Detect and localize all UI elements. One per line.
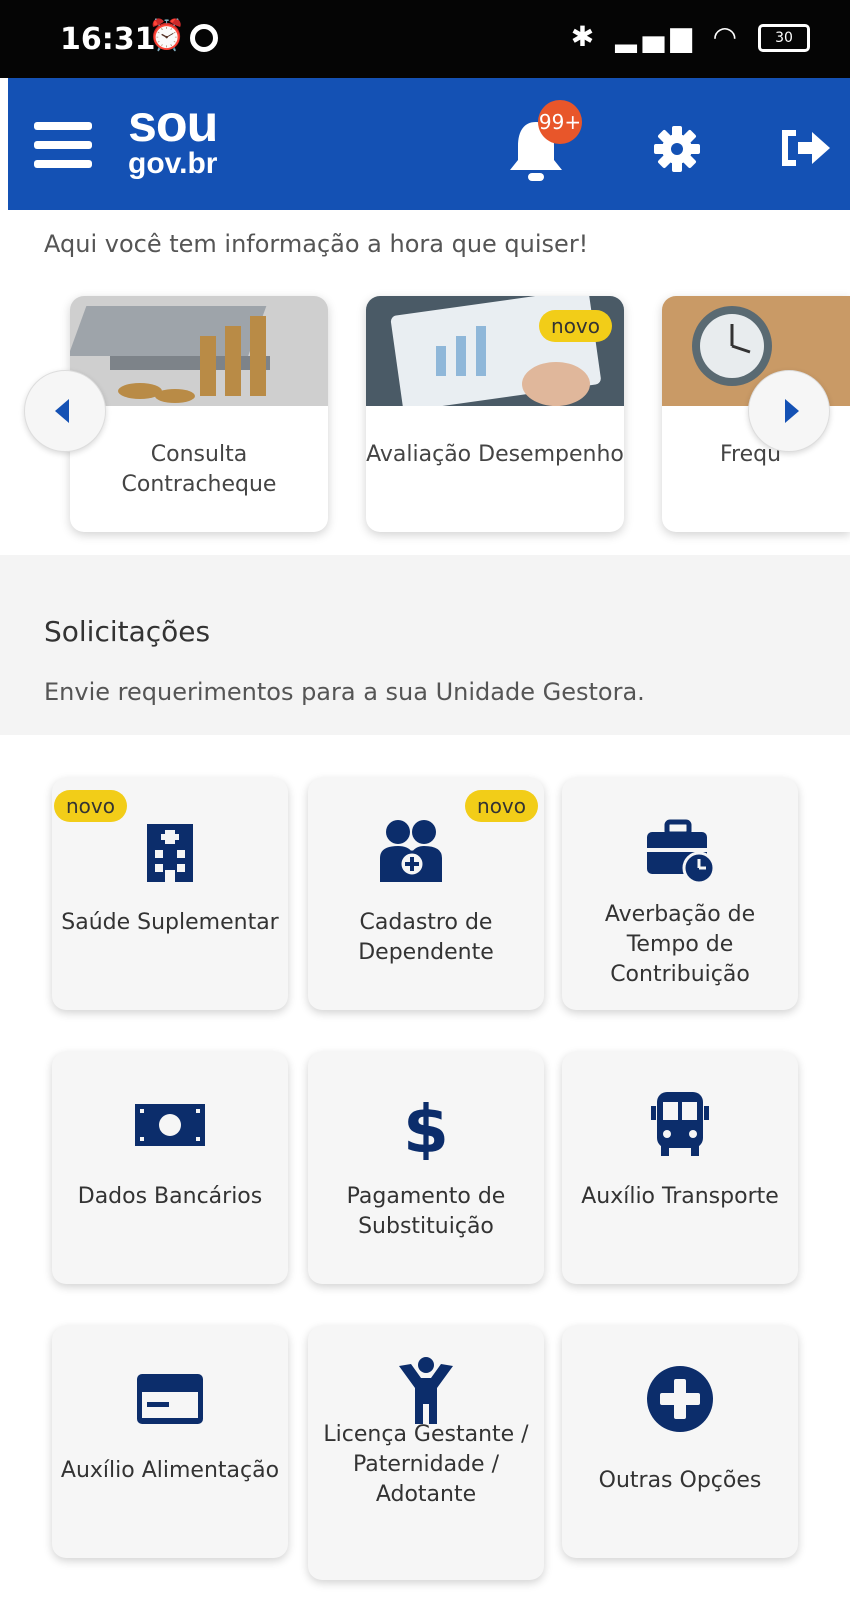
tile-label: Auxílio Alimentação (60, 1458, 280, 1483)
card-label: Avaliação Desempenho (366, 442, 624, 467)
gear-icon[interactable] (652, 124, 702, 174)
section-subtitle: Envie requerimentos para a sua Unidade G… (44, 678, 645, 706)
card-avaliacao-desempenho[interactable]: novo Avaliação Desempenho (366, 296, 624, 532)
chevron-left-icon (55, 399, 69, 423)
tile-auxilio-alimentacao[interactable]: Auxílio Alimentação (52, 1326, 288, 1558)
status-time: 16:31 (60, 22, 156, 57)
tile-label: Licença Gestante / Paternidade / Adotant… (323, 1422, 529, 1507)
novo-badge: novo (465, 790, 538, 822)
carousel-next-button[interactable] (748, 370, 830, 452)
tile-saude-suplementar[interactable]: novo Saúde Suplementar (52, 778, 288, 1010)
dependents-icon (380, 820, 442, 882)
chevron-right-icon (785, 399, 799, 423)
notification-badge: 99+ (538, 100, 582, 144)
tile-averbacao-tempo[interactable]: Averbação de Tempo de Contribuição (562, 778, 798, 1010)
bus-icon (651, 1092, 709, 1156)
app-header: sou gov.br 99+ (8, 78, 850, 210)
svg-text:$: $ (403, 1091, 449, 1160)
tile-dados-bancarios[interactable]: Dados Bancários (52, 1052, 288, 1284)
tile-outras-opcoes[interactable]: Outras Opções (562, 1326, 798, 1558)
status-circle-icon (190, 24, 218, 52)
tile-label: Pagamento de Substituição (346, 1184, 506, 1239)
carousel-prev-button[interactable] (24, 370, 106, 452)
plus-circle-icon (647, 1366, 713, 1432)
sou-govbr-logo: sou gov.br (128, 95, 218, 180)
alarm-icon: ⏰ (148, 18, 186, 53)
tile-label: Averbação de Tempo de Contribuição (604, 902, 756, 987)
tile-label: Cadastro de Dependente (358, 910, 494, 965)
tile-pagamento-substituicao[interactable]: $ Pagamento de Substituição (308, 1052, 544, 1284)
card-label: Consulta Contracheque (121, 442, 277, 497)
tile-label: Auxílio Transporte (581, 1184, 779, 1209)
briefcase-clock-icon (647, 819, 715, 885)
novo-badge: novo (54, 790, 127, 822)
status-bar: 16:31 ⏰ ✱ ▂▄▆ ◠ 30 (0, 0, 850, 78)
banknote-icon (135, 1104, 205, 1146)
credit-card-icon (137, 1374, 203, 1424)
tile-licenca-gestante[interactable]: Licença Gestante / Paternidade / Adotant… (308, 1326, 544, 1580)
services-carousel: Consulta Contracheque novo Avaliação Des… (0, 290, 850, 550)
logout-icon[interactable] (778, 124, 834, 172)
hospital-icon (147, 824, 193, 882)
coins-laptop-image (70, 296, 328, 406)
tile-cadastro-dependente[interactable]: novo Cadastro de Dependente (308, 778, 544, 1010)
novo-badge: novo (539, 310, 612, 342)
battery-icon: 30 (758, 24, 810, 52)
tile-label: Dados Bancários (77, 1184, 263, 1209)
child-icon (399, 1357, 453, 1424)
logo-bottom-text: gov.br (128, 147, 218, 180)
dollar-icon: $ (403, 1091, 449, 1160)
card-label: Frequ (720, 442, 782, 467)
card-consulta-contracheque[interactable]: Consulta Contracheque (70, 296, 328, 532)
tagline: Aqui você tem informação a hora que quis… (44, 230, 589, 258)
bluetooth-icon: ✱ (570, 20, 601, 53)
wifi-icon: ◠ (712, 20, 744, 53)
tile-auxilio-transporte[interactable]: Auxílio Transporte (562, 1052, 798, 1284)
tile-label: Outras Opções (598, 1468, 762, 1493)
logo-top-text: sou (128, 95, 218, 153)
signal-icon: ▂▄▆ (615, 20, 698, 53)
section-title: Solicitações (44, 615, 211, 648)
status-icons: ✱ ▂▄▆ ◠ 30 (571, 20, 810, 53)
tile-label: Saúde Suplementar (61, 910, 279, 935)
menu-icon[interactable] (34, 122, 92, 168)
